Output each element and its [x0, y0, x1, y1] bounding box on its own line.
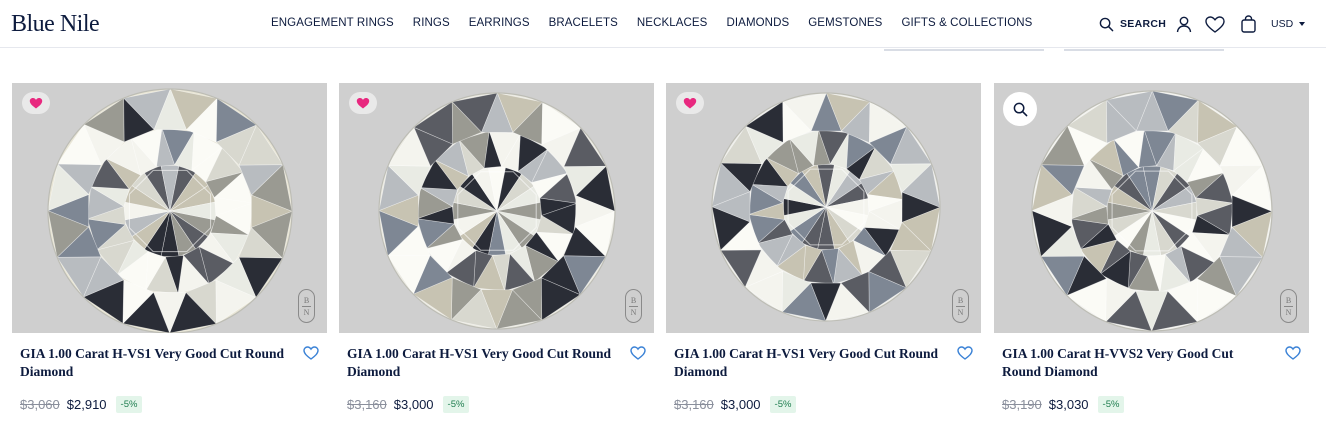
price-row: $3,160 $3,000 -5%	[347, 396, 470, 413]
nav-gemstones[interactable]: GEMSTONES	[808, 17, 882, 29]
brand-watermark: BN	[298, 289, 315, 323]
brand-watermark: BN	[625, 289, 642, 323]
site-header: Blue Nile ENGAGEMENT RINGS RINGS EARRING…	[0, 0, 1326, 48]
currency-label: USD	[1271, 18, 1294, 30]
heart-icon	[1205, 15, 1225, 33]
product-image[interactable]: BN	[12, 83, 327, 333]
nav-engagement-rings[interactable]: ENGAGEMENT RINGS	[271, 17, 394, 29]
product-card[interactable]: BN GIA 1.00 Carat H-VS1 Very Good Cut Ro…	[339, 83, 654, 381]
wishlist-badge[interactable]	[349, 92, 377, 114]
original-price: $3,160	[347, 397, 387, 412]
search-button[interactable]: SEARCH	[1099, 13, 1166, 35]
pink-heart-icon	[356, 98, 370, 109]
product-title[interactable]: GIA 1.00 Carat H-VS1 Very Good Cut Round…	[674, 345, 944, 381]
nav-bracelets[interactable]: BRACELETS	[549, 17, 618, 29]
account-button[interactable]	[1173, 13, 1195, 35]
shopping-bag-icon	[1240, 15, 1256, 33]
sort-dropdown-underline[interactable]	[1064, 49, 1224, 51]
currency-selector[interactable]: USD	[1271, 18, 1306, 30]
diamond-image	[711, 92, 941, 322]
product-card[interactable]: BN GIA 1.00 Carat H-VS1 Very Good Cut Ro…	[12, 83, 327, 381]
product-title[interactable]: GIA 1.00 Carat H-VS1 Very Good Cut Round…	[20, 345, 290, 381]
pink-heart-icon	[29, 98, 43, 109]
product-card[interactable]: BN GIA 1.00 Carat H-VS1 Very Good Cut Ro…	[666, 83, 981, 381]
product-card[interactable]: BN GIA 1.00 Carat H-VVS2 Very Good Cut R…	[994, 83, 1309, 381]
price-row: $3,060 $2,910 -5%	[20, 396, 143, 413]
nav-rings[interactable]: RINGS	[413, 17, 450, 29]
sale-price: $3,000	[393, 397, 434, 412]
heart-outline-icon[interactable]	[957, 346, 973, 360]
wishlist-badge[interactable]	[22, 92, 50, 114]
nav-earrings[interactable]: EARRINGS	[469, 17, 530, 29]
product-image[interactable]: BN	[994, 83, 1309, 333]
search-icon	[1099, 17, 1114, 31]
zoom-badge[interactable]	[1003, 92, 1037, 126]
diamond-image	[1031, 90, 1273, 332]
brand-logo[interactable]: Blue Nile	[11, 10, 100, 38]
sale-price: $2,910	[66, 397, 107, 412]
chevron-down-icon	[1299, 22, 1306, 26]
wishlist-button[interactable]	[1204, 13, 1226, 35]
diamond-image	[378, 92, 616, 330]
price-row: $3,160 $3,000 -5%	[674, 396, 797, 413]
sale-price: $3,000	[720, 397, 761, 412]
main-nav: ENGAGEMENT RINGS RINGS EARRINGS BRACELET…	[271, 17, 1051, 29]
product-title[interactable]: GIA 1.00 Carat H-VVS2 Very Good Cut Roun…	[1002, 345, 1272, 381]
pink-heart-icon	[683, 98, 697, 109]
nav-gifts-collections[interactable]: GIFTS & COLLECTIONS	[901, 17, 1032, 29]
product-image[interactable]: BN	[339, 83, 654, 333]
brand-watermark: BN	[952, 289, 969, 323]
magnifier-icon	[1013, 102, 1027, 116]
diamond-image	[47, 88, 293, 333]
search-label: SEARCH	[1120, 18, 1167, 30]
original-price: $3,160	[674, 397, 714, 412]
user-icon	[1176, 16, 1192, 32]
original-price: $3,190	[1002, 397, 1042, 412]
heart-outline-icon[interactable]	[303, 346, 319, 360]
product-title[interactable]: GIA 1.00 Carat H-VS1 Very Good Cut Round…	[347, 345, 617, 381]
nav-necklaces[interactable]: NECKLACES	[637, 17, 708, 29]
heart-outline-icon[interactable]	[1285, 346, 1301, 360]
product-image[interactable]: BN	[666, 83, 981, 333]
original-price: $3,060	[20, 397, 60, 412]
sale-price: $3,030	[1048, 397, 1089, 412]
wishlist-badge[interactable]	[676, 92, 704, 114]
bag-button[interactable]	[1237, 13, 1259, 35]
price-row: $3,190 $3,030 -5%	[1002, 396, 1125, 413]
discount-badge: -5%	[115, 396, 143, 413]
discount-badge: -5%	[442, 396, 470, 413]
nav-diamonds[interactable]: DIAMONDS	[726, 17, 789, 29]
discount-badge: -5%	[1097, 396, 1125, 413]
brand-watermark: BN	[1280, 289, 1297, 323]
heart-outline-icon[interactable]	[630, 346, 646, 360]
discount-badge: -5%	[769, 396, 797, 413]
filter-dropdown-underline[interactable]	[884, 49, 1044, 51]
